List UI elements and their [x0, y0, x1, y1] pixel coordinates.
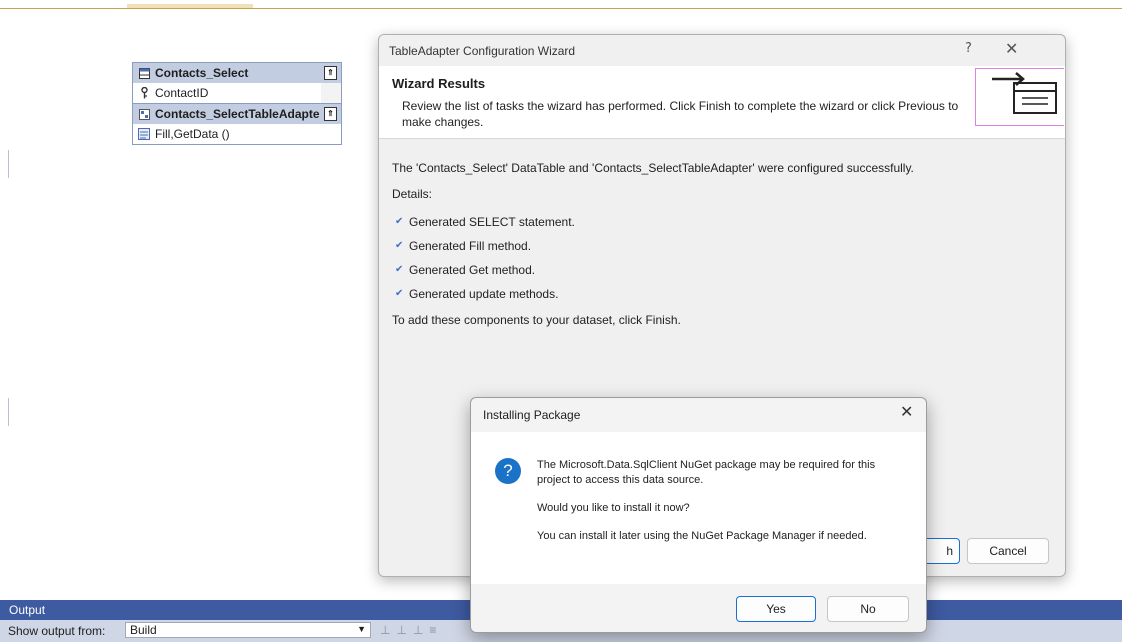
tableadapter-header[interactable]: Contacts_SelectTableAdapte ⇑ [133, 103, 341, 124]
details-label: Details: [392, 187, 433, 201]
cancel-button[interactable]: Cancel [967, 538, 1049, 564]
dialog-title: Installing Package [483, 408, 581, 422]
clear-icon[interactable]: ≡ [429, 623, 436, 637]
output-title: Output [9, 603, 46, 617]
yes-button[interactable]: Yes [736, 596, 816, 622]
task-label: Generated Fill method. [409, 239, 532, 253]
adapter-method-row[interactable]: Fill,GetData () [133, 124, 341, 144]
chevron-down-icon: ▼ [357, 624, 366, 634]
key-icon [138, 87, 150, 99]
task-label: Generated SELECT statement. [409, 215, 575, 229]
ruler-mark [8, 150, 9, 178]
column-selector [321, 83, 341, 103]
close-button[interactable]: ✕ [900, 402, 913, 421]
wizard-step-title: Wizard Results [392, 76, 486, 91]
column-name: ContactID [155, 86, 209, 100]
datatable-header[interactable]: Contacts_Select ⇑ [133, 63, 341, 83]
check-icon: ✔ [395, 216, 404, 227]
wizard-title: TableAdapter Configuration Wizard [389, 44, 576, 58]
prev-icon[interactable]: ⊥ [396, 623, 406, 637]
check-icon: ✔ [395, 288, 404, 299]
designer-top-strip [0, 0, 1122, 9]
collapse-icon[interactable]: ⇑ [324, 66, 337, 80]
dialog-question: Would you like to install it now? [537, 502, 690, 514]
help-button[interactable]: ? [965, 41, 972, 56]
dialog-message: The Microsoft.Data.SqlClient NuGet packa… [537, 459, 876, 486]
task-item: ✔ Generated Get method. [395, 260, 1012, 280]
tab-indicator [127, 4, 253, 8]
output-tools: ⊥ ⊥ ⊥ ≡ [380, 623, 436, 637]
next-icon[interactable]: ⊥ [413, 623, 423, 637]
datatable-widget[interactable]: Contacts_Select ⇑ ContactID Contacts_Sel… [132, 62, 342, 145]
task-item: ✔ Generated Fill method. [395, 236, 1012, 256]
dialog-hint: You can install it later using the NuGet… [537, 530, 867, 542]
check-icon: ✔ [395, 240, 404, 251]
dialog-body: ? The Microsoft.Data.SqlClient NuGet pac… [471, 432, 926, 584]
summary-text: The 'Contacts_Select' DataTable and 'Con… [392, 161, 914, 175]
datatable-column-row[interactable]: ContactID [133, 83, 341, 103]
task-item: ✔ Generated SELECT statement. [395, 212, 1012, 232]
output-source-select[interactable]: Build ▼ [125, 622, 371, 638]
adapter-icon [138, 108, 150, 120]
task-item: ✔ Generated update methods. [395, 284, 1012, 304]
dialog-text: The Microsoft.Data.SqlClient NuGet packa… [537, 458, 907, 557]
ruler-mark [8, 398, 9, 426]
question-icon: ? [495, 458, 521, 484]
installing-package-dialog: Installing Package ✕ ? The Microsoft.Dat… [470, 397, 927, 633]
close-button[interactable]: ✕ [1005, 39, 1018, 58]
wizard-header: Wizard Results Review the list of tasks … [379, 66, 1065, 139]
collapse-icon[interactable]: ⇑ [324, 107, 337, 121]
footer-note: To add these components to your dataset,… [392, 313, 681, 327]
method-name: Fill,GetData () [155, 127, 230, 141]
wizard-banner-icon [975, 68, 1064, 126]
table-icon [138, 67, 150, 79]
check-icon: ✔ [395, 264, 404, 275]
output-source-value: Build [130, 623, 157, 637]
datatable-name: Contacts_Select [155, 66, 249, 80]
no-button[interactable]: No [827, 596, 909, 622]
wizard-step-description: Review the list of tasks the wizard has … [402, 99, 959, 129]
adapter-name: Contacts_SelectTableAdapte [155, 107, 320, 121]
method-icon [138, 128, 150, 140]
task-label: Generated Get method. [409, 263, 536, 277]
wizard-body: The 'Contacts_Select' DataTable and 'Con… [392, 160, 1012, 338]
find-icon[interactable]: ⊥ [380, 623, 390, 637]
task-label: Generated update methods. [409, 287, 559, 301]
show-output-label: Show output from: [8, 624, 106, 638]
